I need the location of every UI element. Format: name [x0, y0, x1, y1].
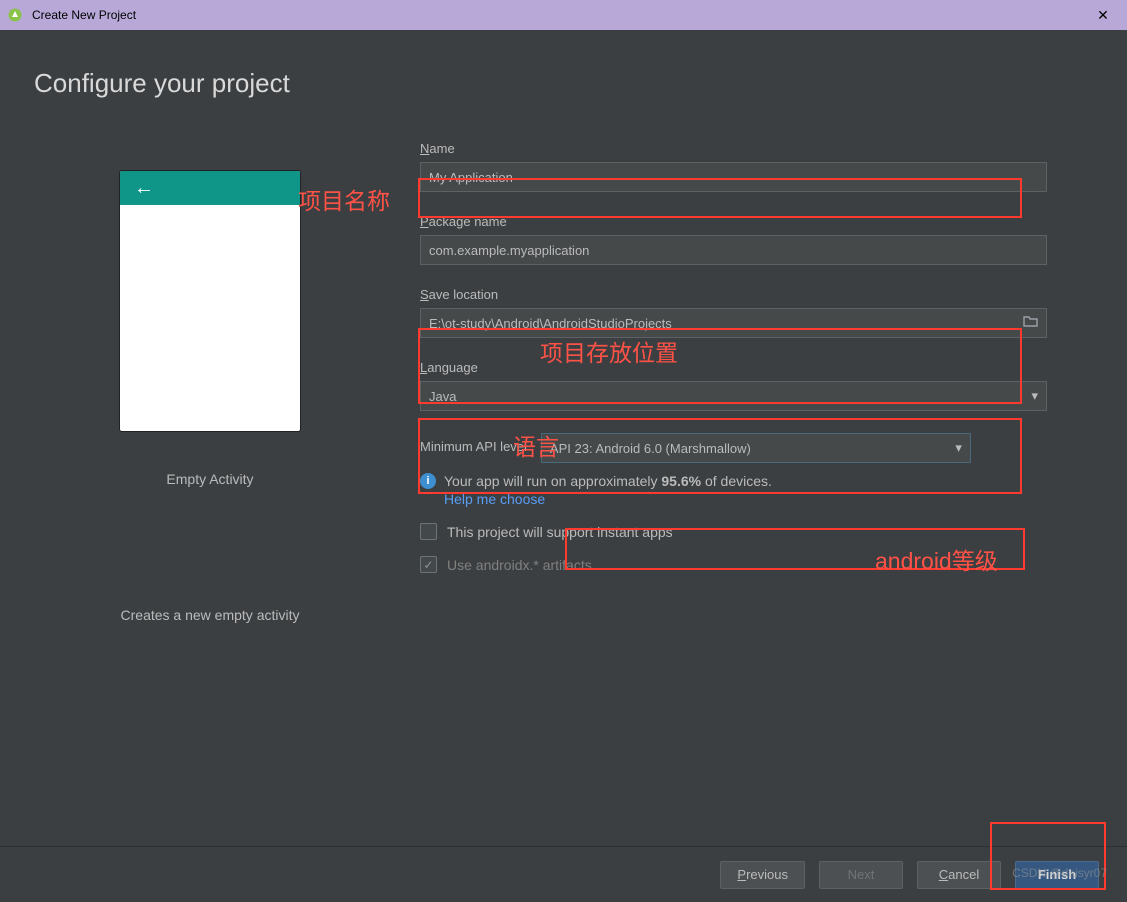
name-label: Name — [420, 141, 1047, 156]
api-info-line: i Your app will run on approximately 95.… — [420, 473, 1047, 489]
name-input[interactable] — [420, 162, 1047, 192]
language-label: Language — [420, 360, 1047, 375]
help-me-choose-link[interactable]: Help me choose — [444, 491, 545, 507]
activity-preview: ← — [120, 171, 300, 431]
wizard-footer: Previous Next Cancel Finish — [0, 846, 1127, 902]
android-studio-icon — [6, 6, 24, 24]
form-panel: Name Package name Save location — [420, 131, 1127, 846]
androidx-checkbox: ✓ — [420, 556, 437, 573]
androidx-label: Use androidx.* artifacts — [447, 557, 592, 573]
api-info-text: Your app will run on approximately 95.6%… — [444, 473, 772, 489]
api-level-label: Minimum API level — [420, 433, 527, 454]
save-location-input[interactable] — [420, 308, 1047, 338]
package-input[interactable] — [420, 235, 1047, 265]
preview-toolbar: ← — [120, 171, 300, 205]
package-input-value[interactable] — [429, 243, 1038, 258]
previous-button[interactable]: Previous — [720, 861, 805, 889]
instant-apps-label: This project will support instant apps — [447, 524, 673, 540]
language-select[interactable]: Java ▾ — [420, 381, 1047, 411]
preview-back-icon: ← — [134, 178, 154, 198]
watermark: CSDN @daisyr07 — [1012, 866, 1107, 880]
cancel-button[interactable]: Cancel — [917, 861, 1001, 889]
chevron-down-icon: ▾ — [1031, 388, 1038, 404]
api-level-value: API 23: Android 6.0 (Marshmallow) — [550, 441, 947, 456]
window-title: Create New Project — [32, 8, 136, 22]
api-level-select[interactable]: API 23: Android 6.0 (Marshmallow) ▾ — [541, 433, 971, 463]
browse-folder-icon[interactable] — [1015, 314, 1038, 332]
next-button: Next — [819, 861, 903, 889]
page-title: Configure your project — [34, 68, 1127, 99]
titlebar: Create New Project ✕ — [0, 0, 1127, 30]
close-icon[interactable]: ✕ — [1085, 0, 1121, 30]
save-location-value[interactable] — [429, 316, 1015, 331]
save-location-label: Save location — [420, 287, 1047, 302]
preview-panel: ← Empty Activity Creates a new empty act… — [0, 131, 420, 846]
info-icon: i — [420, 473, 436, 489]
instant-apps-checkbox[interactable] — [420, 523, 437, 540]
preview-name: Empty Activity — [166, 471, 253, 487]
chevron-down-icon: ▾ — [955, 440, 962, 456]
language-value: Java — [429, 389, 1023, 404]
package-label: Package name — [420, 214, 1047, 229]
preview-description: Creates a new empty activity — [121, 607, 300, 623]
name-input-value[interactable] — [429, 170, 1038, 185]
